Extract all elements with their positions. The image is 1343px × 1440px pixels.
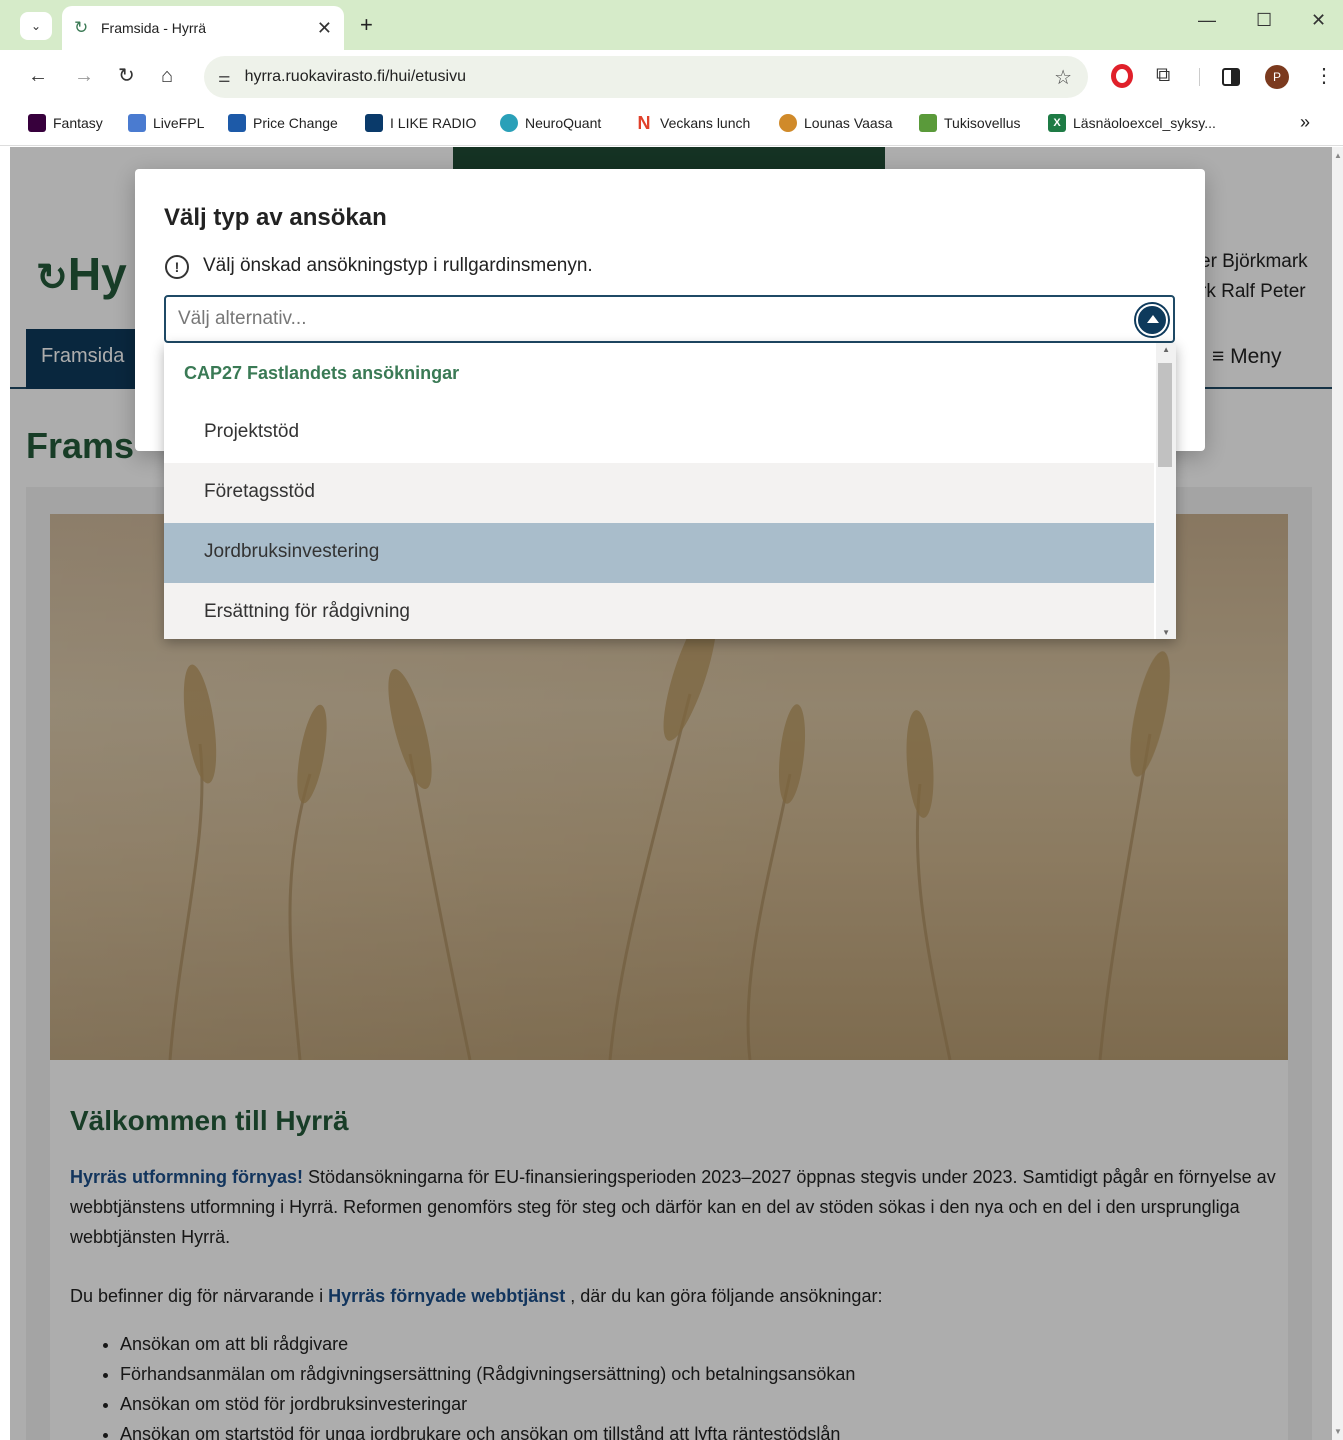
info-icon: !: [165, 255, 189, 279]
back-icon[interactable]: ←: [28, 64, 48, 88]
option-jordbruksinvestering[interactable]: Jordbruksinvestering: [164, 523, 1154, 583]
excel-icon: X: [1048, 114, 1066, 132]
tab-title: Framsida - Hyrrä: [101, 20, 207, 36]
price-change-icon: [228, 114, 246, 132]
scroll-down-icon[interactable]: ▼: [1334, 1427, 1342, 1436]
bookmark-veckans-lunch[interactable]: N Veckans lunch: [635, 113, 751, 133]
tab-strip: ⌄ ↻ Framsida - Hyrrä ✕ + — ☐ ✕: [0, 0, 1343, 50]
profile-avatar[interactable]: P: [1265, 65, 1289, 89]
bookmark-livefpl[interactable]: LiveFPL: [128, 114, 204, 132]
bookmark-label: LiveFPL: [153, 115, 205, 131]
option-group-header: CAP27 Fastlandets ansökningar: [184, 363, 460, 383]
page-viewport: ↻Hy er Björkmark rk Ralf Peter Framsida …: [10, 147, 1332, 1440]
tab-search-dropdown[interactable]: ⌄: [20, 12, 52, 40]
leaf-icon: [919, 114, 937, 132]
listbox-scroll-thumb[interactable]: [1158, 363, 1172, 467]
application-type-listbox: CAP27 Fastlandets ansökningar Projektstö…: [164, 343, 1176, 639]
new-tab-button[interactable]: +: [360, 12, 373, 38]
option-foretagsstod[interactable]: Företagsstöd: [164, 463, 1154, 523]
chevron-down-icon: ⌄: [30, 19, 42, 33]
browser-toolbar: ← → ↻ ⌂ ⚌ hyrra.ruokavirasto.fi/hui/etus…: [0, 50, 1343, 102]
bookmarks-overflow-icon[interactable]: »: [1300, 112, 1310, 133]
bookmark-label: Fantasy: [53, 115, 103, 131]
listbox-scrollbar[interactable]: ▲ ▼: [1156, 343, 1176, 639]
opera-extension-icon[interactable]: [1111, 64, 1133, 88]
bookmark-label: Price Change: [253, 115, 338, 131]
home-icon[interactable]: ⌂: [161, 64, 173, 88]
bookmark-label: Veckans lunch: [660, 115, 751, 131]
bookmark-neuroquant[interactable]: NeuroQuant: [500, 114, 601, 132]
scroll-down-icon[interactable]: ▼: [1162, 628, 1170, 637]
bookmark-fantasy[interactable]: Fantasy: [28, 114, 103, 132]
bookmark-star-icon[interactable]: ☆: [1054, 65, 1072, 90]
scroll-up-icon[interactable]: ▲: [1334, 151, 1342, 160]
lounas-icon: [779, 114, 797, 132]
bookmark-label: NeuroQuant: [525, 115, 602, 131]
livefpl-icon: [128, 114, 146, 132]
option-projektstod[interactable]: Projektstöd: [164, 403, 1154, 463]
site-info-icon[interactable]: ⚌: [218, 69, 231, 86]
n-logo-icon: N: [637, 113, 651, 133]
chevron-up-icon[interactable]: [1136, 304, 1168, 336]
bookmark-label: I LIKE RADIO: [390, 115, 477, 131]
radio-icon: [365, 114, 383, 132]
bookmark-lasnaoloexcel[interactable]: X Läsnäoloexcel_syksy...: [1048, 114, 1216, 132]
maximize-icon[interactable]: ☐: [1256, 10, 1272, 31]
minimize-icon[interactable]: —: [1198, 10, 1216, 31]
browser-tab-active[interactable]: ↻ Framsida - Hyrrä ✕: [62, 6, 344, 50]
forward-icon[interactable]: →: [74, 64, 94, 88]
more-menu-icon[interactable]: ⋮: [1314, 63, 1334, 88]
reload-icon[interactable]: ↻: [118, 64, 135, 88]
bookmark-label: Tukisovellus: [944, 115, 1021, 131]
bookmark-lounas-vaasa[interactable]: Lounas Vaasa: [779, 114, 892, 132]
dialog-instruction: Välj önskad ansökningstyp i rullgardinsm…: [203, 255, 593, 276]
address-bar[interactable]: ⚌ hyrra.ruokavirasto.fi/hui/etusivu ☆: [204, 56, 1088, 98]
dialog-title: Välj typ av ansökan: [164, 204, 387, 231]
bookmarks-bar: Fantasy LiveFPL Price Change I LIKE RADI…: [0, 102, 1343, 146]
bookmark-tukisovellus[interactable]: Tukisovellus: [919, 114, 1021, 132]
close-window-icon[interactable]: ✕: [1311, 10, 1326, 31]
application-type-select[interactable]: [164, 295, 1175, 343]
extensions-puzzle-icon[interactable]: ⧉: [1156, 64, 1170, 87]
select-input[interactable]: [178, 305, 1098, 333]
bookmark-price-change[interactable]: Price Change: [228, 114, 338, 132]
close-icon[interactable]: ✕: [317, 18, 332, 39]
side-panel-icon[interactable]: [1222, 68, 1240, 86]
bookmark-label: Lounas Vaasa: [804, 115, 893, 131]
url-text: hyrra.ruokavirasto.fi/hui/etusivu: [244, 68, 466, 85]
toolbar-divider: [1199, 68, 1200, 86]
scroll-up-icon[interactable]: ▲: [1162, 345, 1170, 354]
neuroquant-icon: [500, 114, 518, 132]
option-ersattning-radgivning[interactable]: Ersättning för rådgivning: [164, 583, 1154, 639]
page-scrollbar[interactable]: ▲ ▼: [1332, 147, 1343, 1440]
bookmark-label: Läsnäoloexcel_syksy...: [1073, 115, 1216, 131]
bookmark-i-like-radio[interactable]: I LIKE RADIO: [365, 114, 476, 132]
hyrra-favicon-icon: ↻: [74, 18, 89, 37]
premier-league-icon: [28, 114, 46, 132]
